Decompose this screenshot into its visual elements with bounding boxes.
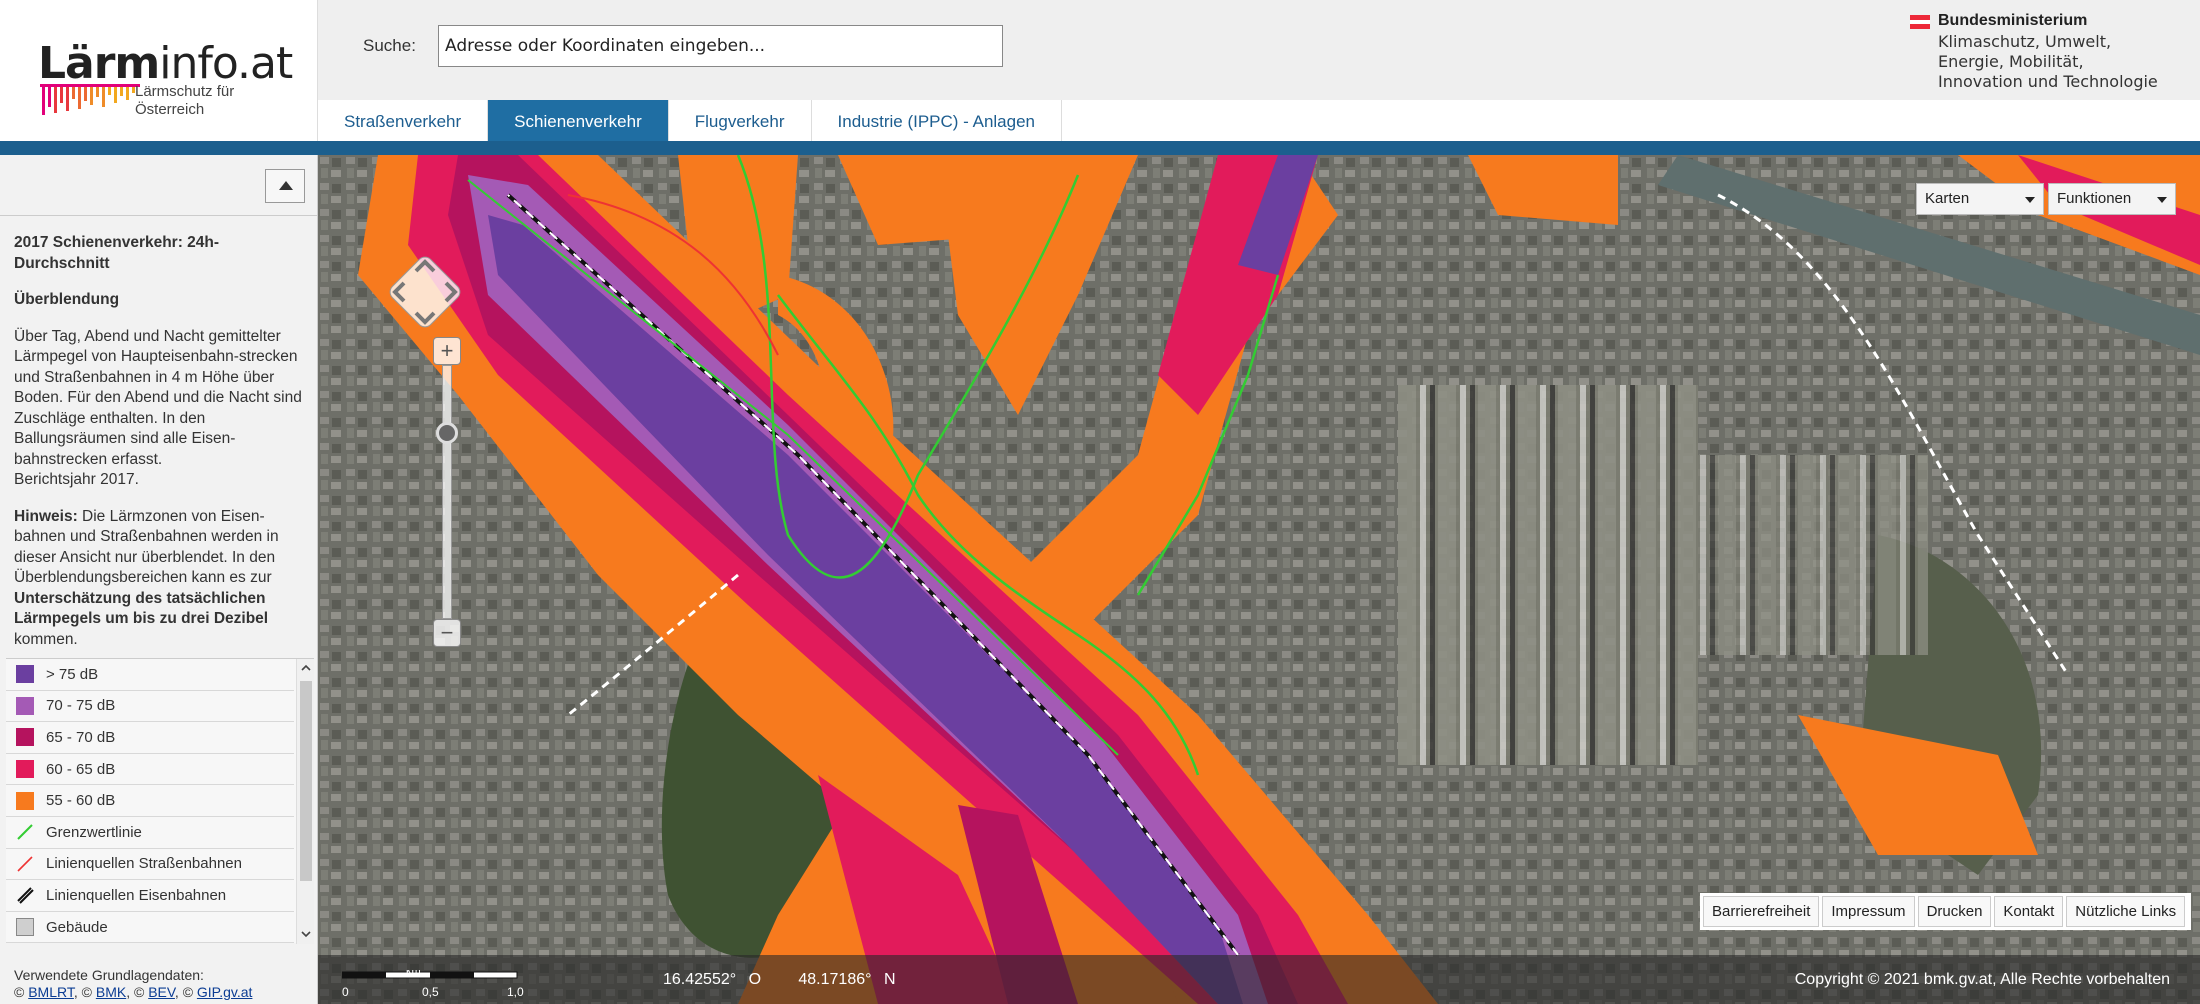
green-line-icon (17, 824, 33, 841)
tab-strassenverkehr[interactable]: Straßenverkehr (318, 100, 489, 141)
red-line-icon (17, 856, 33, 872)
legend-scrollbar[interactable] (296, 659, 314, 944)
tab-flugverkehr[interactable]: Flugverkehr (668, 100, 812, 141)
link-drucken[interactable]: Drucken (1917, 896, 1992, 927)
logo-bars-icon (40, 84, 140, 115)
fields-area (1398, 385, 1698, 765)
legend-swatch (16, 791, 34, 810)
triangle-up-icon (279, 181, 293, 190)
zoom-control: + − (433, 337, 461, 647)
layer-info: 2017 Schienenverkehr: 24h-Durchschnitt Ü… (14, 233, 308, 666)
pan-control[interactable] (380, 247, 470, 337)
fields-area (1698, 455, 1928, 655)
credit-link-bmlrt[interactable]: BMLRT (28, 984, 74, 1000)
tab-industrie[interactable]: Industrie (IPPC) - Anlagen (811, 100, 1062, 141)
credit-link-bev[interactable]: BEV (148, 984, 175, 1000)
report-year: Berichtsjahr 2017. (14, 471, 139, 488)
map-footer-links: Barrierefreiheit Impressum Drucken Konta… (1700, 893, 2192, 930)
search-input[interactable] (438, 25, 1003, 67)
zoom-slider-handle[interactable] (436, 422, 458, 444)
header-divider (0, 141, 2200, 155)
link-impressum[interactable]: Impressum (1822, 896, 1915, 927)
layer-subtitle: Überblendung (14, 291, 120, 308)
data-credits: Verwendete Grundlagendaten: © BMLRT, © B… (14, 967, 253, 1000)
map-view[interactable]: Karten Funktionen + − Barrierefreiheit I… (318, 155, 2200, 1004)
legend-swatch (16, 918, 34, 937)
svg-text:0: 0 (342, 985, 349, 999)
ministry-description: Klimaschutz, Umwelt, Energie, Mobilität,… (1938, 32, 2158, 91)
map-controls: Karten Funktionen (1916, 183, 2176, 215)
logo-title: Lärminfo.at (38, 38, 293, 89)
credit-link-gip[interactable]: GIP.gv.at (197, 984, 253, 1000)
main-tabs: Straßenverkehr Schienenverkehr Flugverke… (318, 100, 1062, 141)
legend-item: 60 - 65 dB (6, 754, 294, 786)
logo[interactable]: Lärminfo.at Lärmschutz für Österreich (0, 0, 318, 141)
legend-swatch (16, 696, 34, 715)
coordinate-readout: 16.42552° O 48.17186° N (663, 971, 896, 988)
chevron-up-icon[interactable] (301, 663, 311, 673)
legend-item: Linienquellen Straßenbahnen (6, 849, 294, 881)
legend-scroll-thumb[interactable] (300, 681, 312, 881)
functions-select[interactable]: Funktionen (2048, 183, 2176, 215)
chevron-down-icon[interactable] (301, 929, 311, 939)
layer-hint: Hinweis: Die Lärmzonen von Eisen-bahnen … (14, 507, 279, 648)
layer-title: 2017 Schienenverkehr: 24h-Durchschnitt (14, 234, 220, 272)
layer-select[interactable]: Karten (1916, 183, 2044, 215)
scale-bar: km 0 0,5 1,0 (342, 970, 524, 999)
search-label: Suche: (363, 36, 416, 55)
austrian-flag-icon (1910, 15, 1930, 29)
noise-map-canvas[interactable] (318, 155, 2200, 1004)
collapse-panel-button[interactable] (265, 169, 305, 203)
ministry-name: Bundesministerium (1938, 12, 2088, 29)
legend-swatch (16, 760, 34, 779)
legend-swatch (16, 665, 34, 684)
layer-description: Über Tag, Abend und Nacht gemittelter Lä… (14, 327, 302, 468)
chevron-down-icon (2025, 197, 2035, 203)
legend-item: Grenzwertlinie (6, 817, 294, 849)
copyright-text: Copyright © 2021 bmk.gv.at, Alle Rechte … (1794, 971, 2170, 988)
legend-swatch (16, 728, 34, 747)
map-legend: > 75 dB 70 - 75 dB 65 - 70 dB 60 - 65 dB… (6, 658, 314, 944)
legend-item: 70 - 75 dB (6, 691, 294, 723)
legend-item: > 75 dB (6, 659, 294, 691)
svg-text:1,0: 1,0 (507, 985, 524, 999)
legend-item: 65 - 70 dB (6, 722, 294, 754)
railway-line-icon (17, 887, 34, 905)
map-status-bar: km 0 0,5 1,0 16.42552° O 48.17186° N Cop… (318, 955, 2200, 1004)
flag-stripe-bottom (1910, 24, 1930, 29)
zoom-slider-track[interactable] (442, 365, 452, 619)
header: Lärminfo.at Lärmschutz für Österreich Su… (0, 0, 2200, 141)
svg-text:km: km (406, 970, 421, 977)
link-nuetzliche-links[interactable]: Nützliche Links (2066, 896, 2186, 927)
credit-link-bmk[interactable]: BMK (96, 984, 126, 1000)
svg-text:0,5: 0,5 (422, 985, 439, 999)
info-panel: 2017 Schienenverkehr: 24h-Durchschnitt Ü… (0, 155, 318, 1004)
panel-divider (0, 215, 318, 216)
logo-subtitle: Lärmschutz für Österreich (135, 83, 235, 118)
chevron-down-icon (2157, 197, 2167, 203)
link-kontakt[interactable]: Kontakt (1994, 896, 2064, 927)
zoom-out-button[interactable]: − (433, 619, 461, 647)
legend-item: Linienquellen Eisenbahnen (6, 880, 294, 912)
zoom-in-button[interactable]: + (433, 337, 461, 365)
legend-item: Gebäude (6, 912, 294, 944)
legend-item: 55 - 60 dB (6, 785, 294, 817)
tab-schienenverkehr[interactable]: Schienenverkehr (488, 100, 669, 141)
link-barrierefreiheit[interactable]: Barrierefreiheit (1703, 896, 1820, 927)
